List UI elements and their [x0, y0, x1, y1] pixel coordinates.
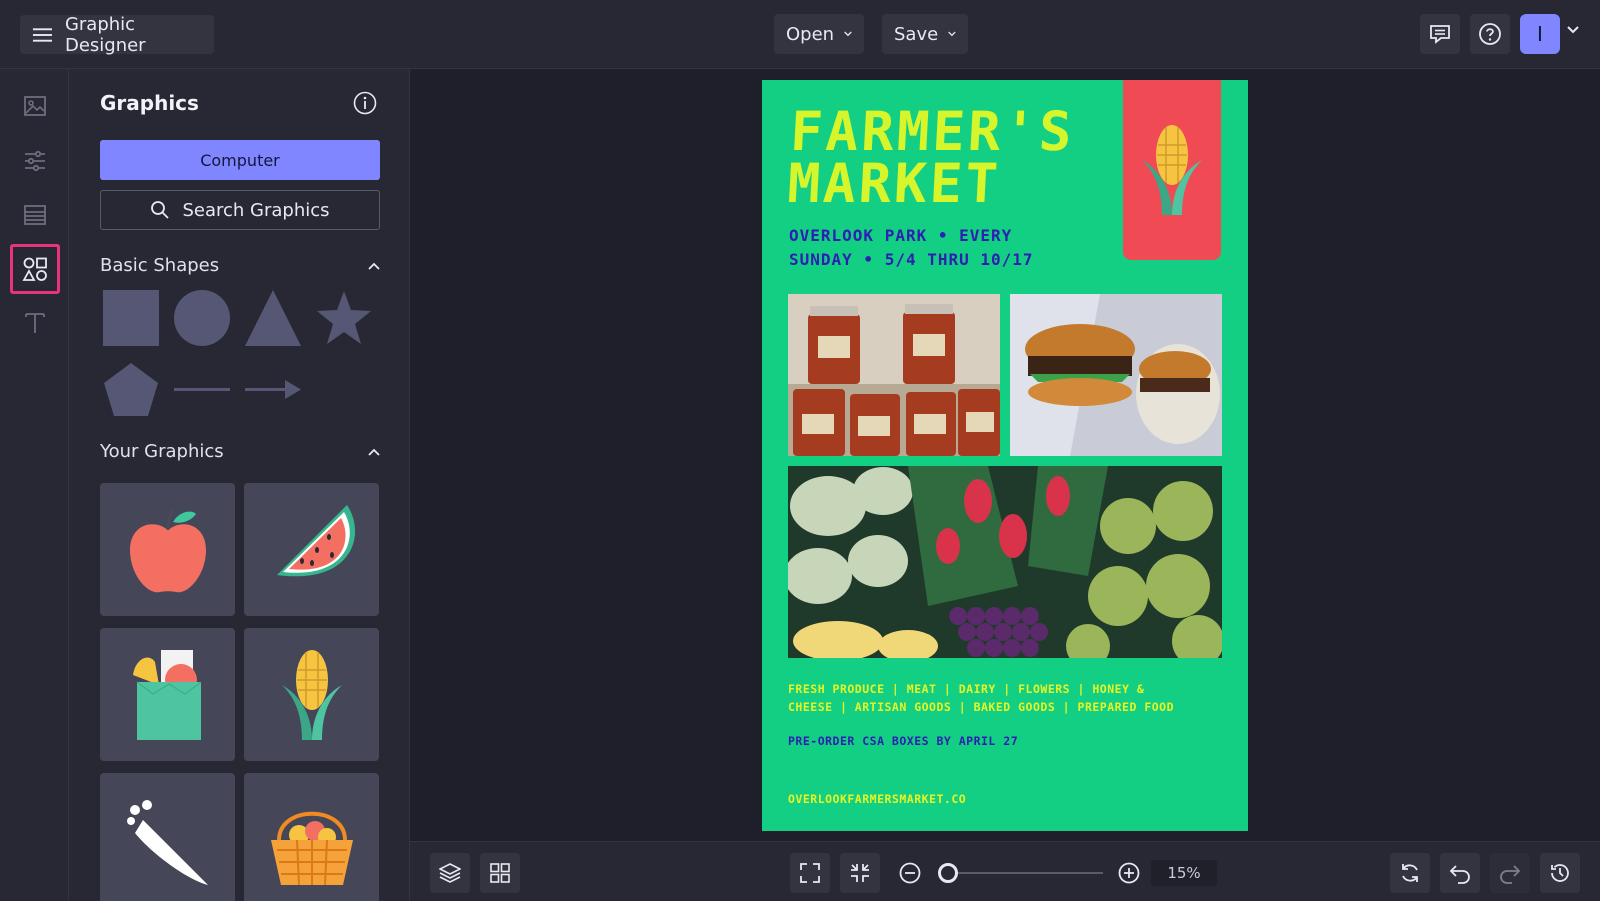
layers-button[interactable]: [430, 853, 470, 893]
comments-button[interactable]: [1420, 14, 1460, 54]
history-icon: [1551, 864, 1569, 882]
poster-title[interactable]: FARMER'S MARKET: [786, 100, 1077, 215]
save-button[interactable]: Save: [882, 14, 968, 54]
help-button[interactable]: [1470, 14, 1510, 54]
open-button[interactable]: Open: [774, 14, 864, 54]
fruit-basket-icon: [270, 811, 353, 885]
your-graphics-header[interactable]: Your Graphics: [100, 441, 380, 462]
poster-list-line1: FRESH PRODUCE | MEAT | DAIRY | FLOWERS |…: [788, 682, 1145, 696]
watermelon-icon: [276, 504, 355, 576]
undo-icon: [1449, 865, 1470, 884]
your-graphics-title: Your Graphics: [100, 441, 224, 462]
image-icon: [24, 96, 46, 116]
app-title: Graphic Designer: [64, 13, 146, 56]
fit-to-screen-button[interactable]: [790, 853, 830, 893]
zoom-out-icon[interactable]: [899, 862, 921, 884]
save-label: Save: [894, 23, 939, 45]
top-bar: Graphic Designer Open Save I: [0, 0, 1600, 69]
pentagon-shape[interactable]: [103, 362, 159, 418]
undo-button[interactable]: [1440, 853, 1480, 893]
chevron-down-icon[interactable]: [1567, 26, 1579, 34]
redo-icon: [1500, 865, 1521, 884]
line-shape[interactable]: [174, 362, 230, 418]
panel-title: Graphics: [100, 91, 199, 115]
carrot-icon: [126, 799, 208, 885]
photo-produce[interactable]: [788, 466, 1222, 658]
rail-item-text[interactable]: [10, 298, 60, 348]
layout-icon: [24, 205, 46, 225]
poster-subtitle-line2: SUNDAY • 5/4 THRU 10/17: [789, 250, 1034, 269]
star-shape[interactable]: [316, 290, 372, 346]
zoom-slider-handle[interactable]: [938, 863, 958, 883]
zoom-value[interactable]: 15%: [1151, 860, 1217, 886]
hamburger-menu-icon: [32, 27, 53, 42]
poster-subtitle-line1: OVERLOOK PARK • EVERY: [789, 226, 1013, 245]
collapse-icon: [851, 864, 869, 882]
search-graphics-label: Search Graphics: [182, 199, 330, 221]
grid-icon: [490, 863, 510, 883]
graphic-tile-apple[interactable]: [100, 483, 235, 616]
basic-shapes-header[interactable]: Basic Shapes: [100, 255, 380, 276]
history-button[interactable]: [1540, 853, 1580, 893]
arrow-shape[interactable]: [245, 362, 301, 418]
apple-icon: [129, 508, 206, 592]
poster-preorder-text[interactable]: PRE-ORDER CSA BOXES BY APRIL 27: [788, 734, 1018, 748]
poster-subtitle[interactable]: OVERLOOK PARK • EVERY SUNDAY • 5/4 THRU …: [789, 224, 1034, 272]
triangle-shape[interactable]: [245, 290, 301, 346]
refresh-icon: [1402, 864, 1418, 882]
graphic-tile-grocery-bag[interactable]: [100, 628, 235, 761]
app-menu-button[interactable]: Graphic Designer: [20, 13, 214, 56]
circle-shape[interactable]: [174, 290, 230, 346]
chevron-up-icon: [368, 448, 380, 456]
shapes-icon: [22, 257, 47, 281]
graphic-tile-watermelon[interactable]: [244, 483, 379, 616]
grid-button[interactable]: [480, 853, 520, 893]
grocery-bag-icon: [132, 649, 201, 740]
info-icon[interactable]: [353, 91, 377, 115]
shrink-button[interactable]: [840, 853, 880, 893]
rail-item-layouts[interactable]: [10, 190, 60, 240]
tool-rail: [0, 69, 69, 901]
open-label: Open: [786, 23, 835, 45]
graphic-tile-fruit-basket[interactable]: [244, 773, 379, 901]
graphic-tile-corn[interactable]: [244, 628, 379, 761]
zoom-slider-track[interactable]: [947, 872, 1103, 874]
search-icon: [151, 201, 170, 219]
bottom-toolbar: 15%: [410, 841, 1600, 901]
poster-title-line1: FARMER'S: [788, 100, 1077, 163]
help-icon: [1479, 23, 1501, 45]
layers-icon: [439, 863, 461, 883]
poster-list-line2: CHEESE | ARTISAN GOODS | BAKED GOODS | P…: [788, 700, 1175, 714]
reset-button[interactable]: [1390, 853, 1430, 893]
poster-design[interactable]: FARMER'S MARKET OVERLOOK PARK • EVERY SU…: [762, 80, 1248, 831]
rail-item-images[interactable]: [10, 81, 60, 131]
graphic-tile-carrot[interactable]: [100, 773, 235, 901]
corn-icon: [1142, 125, 1202, 215]
basic-shapes-title: Basic Shapes: [100, 255, 220, 276]
photo-jam-jars[interactable]: [788, 294, 1000, 456]
chevron-down-icon: [844, 31, 852, 37]
zoom-in-icon[interactable]: [1118, 862, 1140, 884]
poster-url-text[interactable]: OVERLOOKFARMERSMARKET.CO: [788, 792, 966, 806]
corn-icon: [281, 649, 342, 740]
search-graphics-button[interactable]: Search Graphics: [100, 190, 380, 230]
rail-item-adjustments[interactable]: [10, 136, 60, 186]
poster-vendor-list[interactable]: FRESH PRODUCE | MEAT | DAIRY | FLOWERS |…: [788, 680, 1228, 716]
expand-icon: [800, 863, 820, 883]
text-icon: [25, 313, 45, 333]
sliders-icon: [25, 150, 45, 172]
chevron-up-icon: [368, 262, 380, 270]
chevron-down-icon: [948, 31, 956, 37]
photo-burgers[interactable]: [1010, 294, 1222, 456]
user-avatar[interactable]: I: [1520, 14, 1560, 54]
poster-title-line2: MARKET: [786, 152, 1003, 215]
comment-icon: [1430, 25, 1450, 44]
upload-from-computer-button[interactable]: Computer: [100, 140, 380, 180]
graphics-panel: Graphics Computer Search Graphics Basic …: [69, 69, 410, 901]
rail-item-graphics[interactable]: [10, 244, 60, 294]
square-shape[interactable]: [103, 290, 159, 346]
redo-button[interactable]: [1490, 853, 1530, 893]
poster-corn-badge[interactable]: [1123, 80, 1221, 260]
